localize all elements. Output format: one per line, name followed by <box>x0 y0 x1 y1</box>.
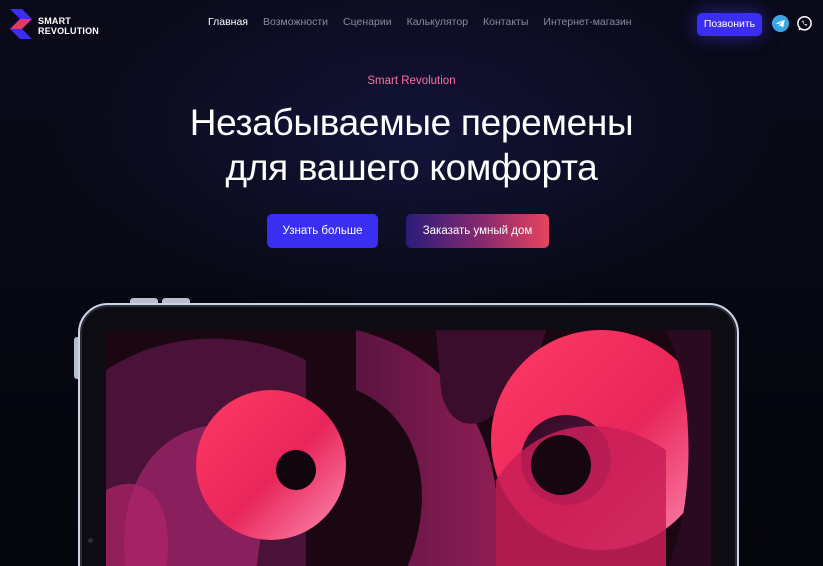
nav-item-contacts[interactable]: Контакты <box>483 16 528 28</box>
logo-line-1: SMART <box>38 16 71 26</box>
learn-more-button[interactable]: Узнать больше <box>267 214 378 248</box>
call-button[interactable]: Позвонить <box>697 13 762 36</box>
nav-item-scenarios[interactable]: Сценарии <box>343 16 392 28</box>
nav-item-home[interactable]: Главная <box>208 16 248 28</box>
nav-item-features[interactable]: Возможности <box>263 16 328 28</box>
nav-item-calculator[interactable]: Калькулятор <box>407 16 468 28</box>
wallpaper-art <box>106 330 711 566</box>
hero-title-line-2: для вашего комфорта <box>225 147 598 188</box>
logo[interactable]: SMART REVOLUTION <box>8 7 108 41</box>
tablet-screen-wallpaper <box>106 330 711 566</box>
hero-title-line-1: Незабываемые перемены <box>189 102 634 143</box>
hero-title: Незабываемые перемены для вашего комфорт… <box>0 100 823 190</box>
landing-page: SMART REVOLUTION Главная Возможности Сце… <box>0 0 823 566</box>
logo-mark-icon <box>10 9 32 39</box>
logo-text: SMART REVOLUTION <box>38 16 99 36</box>
whatsapp-icon[interactable] <box>796 15 813 32</box>
tablet-camera <box>88 538 93 543</box>
nav-item-shop[interactable]: Интернет-магазин <box>543 16 631 28</box>
main-nav: Главная Возможности Сценарии Калькулятор… <box>208 16 632 28</box>
logo-line-2: REVOLUTION <box>38 26 100 36</box>
telegram-icon[interactable] <box>772 15 789 32</box>
site-header: SMART REVOLUTION Главная Возможности Сце… <box>0 0 823 46</box>
order-smart-home-button[interactable]: Заказать умный дом <box>406 214 549 248</box>
hero-kicker: Smart Revolution <box>367 75 456 87</box>
